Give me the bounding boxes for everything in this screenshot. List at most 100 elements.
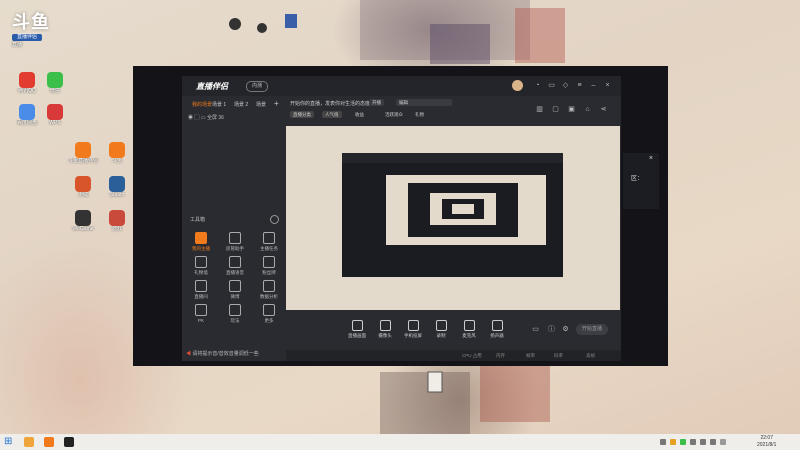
- monitor-icon: ▭: [200, 115, 206, 121]
- tool-item[interactable]: 房管助手: [222, 232, 248, 252]
- share-icon[interactable]: ⋖: [600, 106, 607, 113]
- tray-icon[interactable]: [680, 439, 686, 445]
- tool-item[interactable]: 直播间: [188, 280, 214, 300]
- settings-icon[interactable]: ⚙: [562, 326, 569, 333]
- tray-icon[interactable]: [690, 439, 696, 445]
- gift-icon[interactable]: ◇: [562, 82, 569, 89]
- tab-scene-1[interactable]: 场景 1: [212, 101, 226, 108]
- network-icon[interactable]: [700, 439, 706, 445]
- tool-item[interactable]: PK: [188, 304, 214, 323]
- tool-icon: [229, 256, 241, 268]
- tool-icon: [195, 304, 207, 316]
- tool-item[interactable]: 我的主播: [188, 232, 214, 252]
- add-scene-icon[interactable]: +: [274, 99, 279, 108]
- ime-icon[interactable]: [720, 439, 726, 445]
- avatar[interactable]: [512, 80, 523, 91]
- tool-item[interactable]: 粉丝牌: [256, 256, 282, 276]
- tool-item[interactable]: 主播任务: [256, 232, 282, 252]
- gifts-pill: 礼物: [415, 112, 424, 117]
- tab-scene-2[interactable]: 场景 2: [234, 101, 248, 108]
- taskbar-app-icon[interactable]: [64, 437, 74, 447]
- desktop-icon-label: 斗鱼: [111, 158, 122, 164]
- tab-my-scene[interactable]: 我的场景: [192, 101, 212, 108]
- info-icon[interactable]: ⓘ: [548, 326, 555, 333]
- app-icon: [47, 104, 63, 120]
- app-icon: [109, 210, 125, 226]
- app-icon: [109, 176, 125, 192]
- camera-toggle-icon[interactable]: ▭: [532, 326, 539, 333]
- clock-time: 22:07: [760, 435, 773, 441]
- tool-item[interactable]: 礼物墙: [188, 256, 214, 276]
- tools-settings-icon[interactable]: [270, 215, 279, 224]
- scene-source-label: 全屏 36: [206, 115, 224, 121]
- desktop-icon-label: WPS: [49, 120, 61, 126]
- popularity-pill: 人气值: [322, 111, 342, 118]
- taskbar: ⊞ 22:07 2021/8/1: [0, 434, 800, 450]
- desktop-icon[interactable]: 游戏: [100, 210, 134, 233]
- status-dropped: 丢帧: [586, 353, 595, 358]
- scene-source-row[interactable]: ◉ ▢ ▭ 全屏 36: [188, 114, 224, 121]
- tool-label: 粉丝牌: [262, 270, 276, 275]
- toolbar-label: 摄像头: [378, 333, 392, 338]
- notice-text: 请将提示音/音效音量调低一些: [192, 351, 259, 357]
- tool-icon: [229, 304, 241, 316]
- toolbar-icon: [491, 320, 503, 331]
- tool-item[interactable]: 数据分析: [256, 280, 282, 300]
- bottom-toolbar-item[interactable]: 直播画面: [344, 320, 370, 339]
- edit-button[interactable]: 编辑: [396, 99, 452, 106]
- taskbar-clock[interactable]: 22:07 2021/8/1: [757, 435, 776, 449]
- menu-icon[interactable]: ≡: [576, 82, 583, 89]
- desktop-icon[interactable]: 微信: [38, 72, 72, 95]
- tool-icon: [263, 256, 275, 268]
- tray-icon[interactable]: [670, 439, 676, 445]
- bottom-toolbar-item[interactable]: 麦克风: [456, 320, 482, 339]
- lock-icon[interactable]: ▢: [194, 115, 199, 121]
- desktop-icon[interactable]: 火绒: [66, 176, 100, 199]
- status-bitrate: 码率: [554, 353, 563, 358]
- logo-tag: 直播伴侣: [12, 34, 42, 41]
- mail-icon[interactable]: ▭: [548, 82, 555, 89]
- close-icon[interactable]: ×: [604, 82, 611, 89]
- app-icon: [75, 176, 91, 192]
- desktop-icon[interactable]: Steam: [100, 176, 134, 199]
- title-confirm-button[interactable]: 开播: [369, 99, 384, 106]
- go-live-button[interactable]: 开始直播: [576, 324, 608, 335]
- toolbar-label: 手机投屏: [404, 333, 422, 338]
- tool-item[interactable]: 更多: [256, 304, 282, 324]
- bottom-toolbar-item[interactable]: 摄像头: [372, 320, 398, 339]
- home-icon[interactable]: ⌂: [584, 106, 591, 113]
- bottom-toolbar-item[interactable]: 手机投屏: [400, 320, 426, 339]
- tray-icon[interactable]: [660, 439, 666, 445]
- tool-item[interactable]: 直播语音: [222, 256, 248, 276]
- nested-preview-2: [408, 183, 518, 237]
- tool-item[interactable]: 玩法: [222, 304, 248, 324]
- trash-icon[interactable]: ▥: [536, 106, 543, 113]
- stream-preview[interactable]: [286, 126, 620, 310]
- start-icon[interactable]: ⊞: [4, 437, 14, 447]
- tool-label: PK: [197, 318, 204, 323]
- bottom-toolbar-item[interactable]: 扬声器: [484, 320, 510, 339]
- desktop-icon[interactable]: 斗鱼: [100, 142, 134, 165]
- tool-icon: [229, 232, 241, 244]
- volume-icon[interactable]: [710, 439, 716, 445]
- bell-icon[interactable]: ◔: [534, 82, 541, 89]
- desktop-icon[interactable]: WPS: [38, 104, 72, 127]
- toolbar-icon: [351, 320, 363, 331]
- taskbar-app-icon[interactable]: [44, 437, 54, 447]
- version-badge[interactable]: 内测: [246, 81, 268, 92]
- minimize-icon[interactable]: –: [590, 82, 597, 89]
- lock-icon[interactable]: ▢: [552, 106, 559, 113]
- fullscreen-icon[interactable]: ▣: [568, 106, 575, 113]
- desktop-icon[interactable]: 斗鱼直播伴侣: [66, 142, 100, 165]
- close-icon[interactable]: ×: [649, 155, 653, 162]
- tab-scene-3[interactable]: 场景: [256, 101, 266, 108]
- tool-item[interactable]: 微博: [222, 280, 248, 300]
- tool-label: 数据分析: [260, 294, 278, 299]
- stream-title-input[interactable]: 开始你的直播，发表你对生活的态度: [290, 100, 370, 107]
- bottom-toolbar-item[interactable]: 录制: [428, 320, 454, 339]
- eye-icon[interactable]: ◉: [188, 115, 193, 121]
- folder-icon[interactable]: [24, 437, 34, 447]
- toolbar-label: 录制: [436, 333, 446, 338]
- category-pill[interactable]: 直播分类: [290, 111, 314, 118]
- desktop-icon[interactable]: WeGame: [66, 210, 100, 233]
